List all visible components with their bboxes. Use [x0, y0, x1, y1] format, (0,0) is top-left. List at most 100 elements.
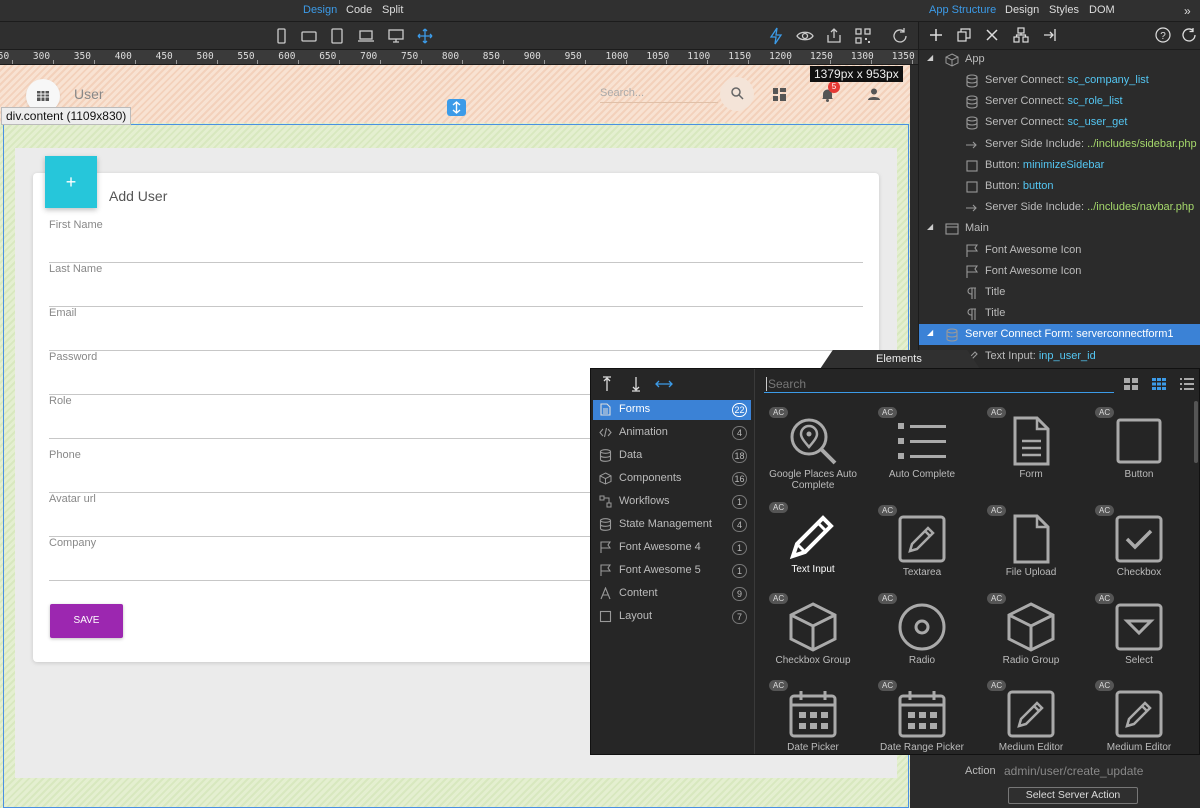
tree-item-app[interactable]: ◢ App [919, 49, 1200, 70]
tablet-icon[interactable] [328, 27, 346, 45]
element-tile-button[interactable]: AC Button [1085, 407, 1193, 493]
category-data[interactable]: Data 18 [593, 446, 751, 466]
element-tile-radio-group[interactable]: AC Radio Group [977, 593, 1085, 679]
file-icon [1013, 514, 1050, 564]
dashboard-icon[interactable] [773, 88, 786, 101]
tree-item[interactable]: Server Connect: sc_role_list [919, 91, 1200, 112]
category-content[interactable]: Content 9 [593, 584, 751, 604]
category-workflows[interactable]: Workflows 1 [593, 492, 751, 512]
element-tile-select[interactable]: AC Select [1085, 593, 1193, 679]
element-tile-form[interactable]: AC Form [977, 407, 1085, 493]
select-server-action-button[interactable]: Select Server Action [1008, 787, 1138, 804]
category-layout[interactable]: Layout 7 [593, 607, 751, 627]
tile-label: Radio Group [1002, 655, 1060, 666]
tree-item[interactable]: ◢ Main [919, 218, 1200, 239]
insert-after-icon[interactable] [630, 376, 642, 392]
tree-item[interactable]: Title [919, 303, 1200, 324]
tab-design-panel[interactable]: Design [1005, 4, 1039, 16]
user-icon[interactable] [868, 88, 880, 100]
tab-split[interactable]: Split [382, 4, 403, 16]
element-tile-textarea[interactable]: AC Textarea [868, 505, 976, 591]
tree-item[interactable]: Server Side Include: ../includes/sidebar… [919, 134, 1200, 155]
elements-tab[interactable]: Elements [820, 350, 980, 369]
copy-icon[interactable] [957, 28, 971, 42]
elements-search-placeholder: Search [766, 377, 807, 391]
element-tile-file-upload[interactable]: AC File Upload [977, 505, 1085, 591]
list-view-icon[interactable] [1180, 378, 1194, 390]
double-chevron-right-icon[interactable]: » [1184, 4, 1191, 18]
insert-inside-icon[interactable] [655, 378, 673, 390]
element-tile-checkbox-group[interactable]: AC Checkbox Group [759, 593, 867, 679]
element-tile-text-input[interactable]: AC Text Input [759, 502, 867, 588]
add-user-fab[interactable]: + [45, 156, 97, 208]
tree-item[interactable]: Button: button [919, 176, 1200, 197]
tab-code[interactable]: Code [346, 4, 372, 16]
category-forms[interactable]: Forms 22 [593, 400, 751, 420]
tree-item[interactable]: Server Side Include: ../includes/navbar.… [919, 197, 1200, 218]
element-tile-date-range-picker[interactable]: AC Date Range Picker [868, 680, 976, 766]
element-tile-medium-editor[interactable]: AC Medium Editor [977, 680, 1085, 766]
tab-dom[interactable]: DOM [1089, 4, 1115, 16]
expand-triangle-icon[interactable]: ◢ [927, 222, 933, 231]
elements-scrollbar[interactable] [1194, 401, 1198, 463]
tree-item[interactable]: Font Awesome Icon [919, 261, 1200, 282]
email-field[interactable]: Email [49, 307, 863, 351]
tree-item[interactable]: Button: minimizeSidebar [919, 155, 1200, 176]
qrcode-icon[interactable] [854, 27, 872, 45]
search-button[interactable] [720, 77, 754, 111]
tree-item-value: inp_user_id [1038, 349, 1096, 362]
tab-styles[interactable]: Styles [1049, 4, 1079, 16]
phone-icon[interactable] [272, 27, 290, 45]
last-name-field[interactable]: Last Name [49, 263, 863, 307]
vertical-resize-icon [452, 101, 461, 114]
help-icon[interactable]: ? [1155, 27, 1171, 43]
element-tile-checkbox[interactable]: AC Checkbox [1085, 505, 1193, 591]
expand-triangle-icon[interactable]: ◢ [927, 328, 933, 337]
expand-triangle-icon[interactable]: ◢ [927, 53, 933, 62]
element-tile-medium-editor[interactable]: AC Medium Editor [1085, 680, 1193, 766]
eye-icon[interactable] [796, 27, 814, 45]
elements-search-input[interactable]: Search [764, 373, 1114, 393]
tree-item[interactable]: Server Connect: sc_user_get [919, 112, 1200, 133]
structure-toolbar: ? [919, 22, 1200, 50]
tree-item-type: Server Connect Form: [965, 328, 1077, 341]
small-grid-icon[interactable] [1152, 378, 1166, 390]
desktop-icon[interactable] [387, 27, 405, 45]
large-grid-icon[interactable] [1124, 378, 1138, 390]
element-tile-auto-complete[interactable]: AC Auto Complete [868, 407, 976, 493]
navbar-search-input[interactable]: Search... [600, 87, 718, 103]
lightning-icon[interactable] [767, 27, 785, 45]
element-tile-radio[interactable]: AC Radio [868, 593, 976, 679]
edit-box-icon [1115, 690, 1163, 738]
category-components[interactable]: Components 16 [593, 469, 751, 489]
move-icon[interactable] [416, 27, 434, 45]
tab-design[interactable]: Design [303, 4, 337, 16]
tree-item[interactable]: Font Awesome Icon [919, 240, 1200, 261]
plus-icon[interactable] [929, 28, 943, 42]
tab-app-structure[interactable]: App Structure [929, 4, 996, 16]
share-icon[interactable] [825, 27, 843, 45]
element-tile-date-picker[interactable]: AC Date Picker [759, 680, 867, 766]
tree-item[interactable]: ◢ Server Connect Form: serverconnectform1 [919, 324, 1200, 346]
export-icon[interactable] [1043, 28, 1057, 42]
insert-before-icon[interactable] [601, 376, 613, 392]
save-button[interactable]: SAVE [50, 604, 123, 638]
laptop-icon[interactable] [357, 27, 375, 45]
arrow-right-icon [966, 141, 977, 148]
phone-landscape-icon[interactable] [300, 27, 318, 45]
category-font-awesome-5[interactable]: Font Awesome 5 1 [593, 561, 751, 581]
refresh-icon[interactable] [1181, 27, 1197, 43]
category-font-awesome-4[interactable]: Font Awesome 4 1 [593, 538, 751, 558]
ac-badge: AC [769, 407, 789, 418]
action-input[interactable]: admin/user/create_update [1004, 764, 1143, 778]
close-icon[interactable] [985, 28, 999, 42]
element-tile-google-places-auto-complete[interactable]: AC Google Places Auto Complete [759, 407, 867, 493]
tree-item[interactable]: Server Connect: sc_company_list [919, 70, 1200, 91]
refresh-icon[interactable] [891, 27, 909, 45]
resize-handle[interactable] [447, 99, 466, 116]
category-animation[interactable]: Animation 4 [593, 423, 751, 443]
first-name-field[interactable]: First Name [49, 219, 863, 263]
category-state-management[interactable]: State Management 4 [593, 515, 751, 535]
tree-item[interactable]: Title [919, 282, 1200, 303]
hierarchy-icon[interactable] [1013, 27, 1029, 43]
